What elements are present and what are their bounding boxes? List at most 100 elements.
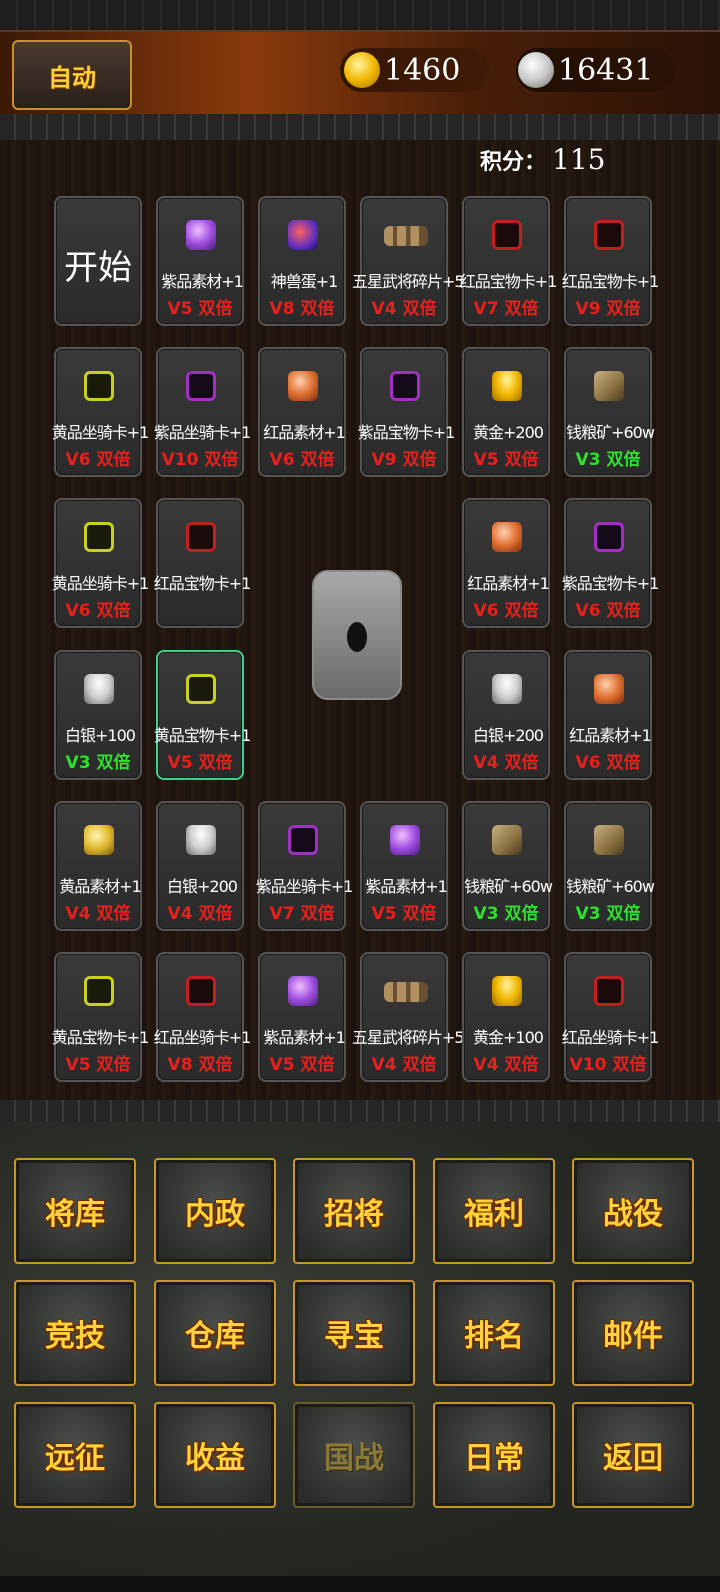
board-cell[interactable]: 钱粮矿+60w V3 双倍	[564, 347, 655, 477]
red-treasure-card-icon	[492, 220, 522, 250]
gold-value: 1460	[384, 52, 461, 88]
cell-reward-name: 白银+100	[65, 726, 136, 745]
grain-ore-icon	[492, 825, 522, 855]
board-cell[interactable]: 紫品宝物卡+1 V9 双倍	[358, 347, 455, 477]
cell-reward-name: 紫品素材+1	[161, 272, 244, 291]
board-cell[interactable]: 白银+200 V4 双倍	[462, 650, 550, 780]
board-cell[interactable]: 红品坐骑卡+1 V8 双倍	[154, 952, 251, 1082]
purple-treasure-card-icon	[594, 522, 624, 552]
board-cell[interactable]: 红品素材+1 V6 双倍	[258, 347, 346, 477]
cell-reward-name: 红品坐骑卡+1	[561, 1028, 660, 1047]
cell-vip-bonus: V6 双倍	[575, 601, 641, 621]
cell-reward-name: 白银+200	[473, 726, 544, 745]
board-cell[interactable]: 红品坐骑卡+1 V10 双倍	[562, 952, 659, 1082]
board-cell[interactable]: 紫品宝物卡+1 V6 双倍	[562, 498, 659, 628]
menu-button[interactable]: 招将	[293, 1158, 415, 1264]
menu-button[interactable]: 将库	[14, 1158, 136, 1264]
purple-material-icon	[186, 220, 216, 250]
menu-button[interactable]: 内政	[154, 1158, 276, 1264]
beast-egg-icon	[288, 220, 318, 250]
cell-reward-name: 紫品坐骑卡+1	[153, 423, 252, 442]
menu-button[interactable]: 寻宝	[293, 1280, 415, 1386]
cell-vip-bonus: V4 双倍	[371, 299, 437, 319]
board-cell[interactable]: 紫品素材+1 V5 双倍	[360, 801, 448, 931]
board-cell[interactable]: 紫品素材+1 V5 双倍	[156, 196, 244, 326]
cell-reward-name: 黄金+200	[473, 423, 544, 442]
board-cell[interactable]: 黄品宝物卡+1 V5 双倍	[52, 952, 149, 1082]
menu-button[interactable]: 邮件	[572, 1280, 694, 1386]
silver-ingot-icon	[518, 52, 554, 88]
cell-vip-bonus: V4 双倍	[371, 1055, 437, 1075]
silver-ingot-icon	[492, 674, 522, 704]
cell-reward-name: 红品素材+1	[263, 423, 346, 442]
cell-reward-name: 红品宝物卡+1	[561, 272, 660, 291]
board-cell[interactable]: 红品宝物卡+1	[154, 498, 251, 628]
board-cell[interactable]: 黄金+200 V5 双倍	[462, 347, 550, 477]
menu-button[interactable]: 收益	[154, 1402, 276, 1508]
auto-button[interactable]: 自动	[12, 40, 132, 110]
board-cell[interactable]: 黄品宝物卡+1 V5 双倍	[154, 650, 251, 780]
board-cell[interactable]: 红品素材+1 V6 双倍	[462, 498, 550, 628]
cell-vip-bonus: V10 双倍	[569, 1055, 647, 1075]
board-cell[interactable]: 五星武将碎片+50 V4 双倍	[352, 196, 474, 326]
purple-material-icon	[390, 825, 420, 855]
cell-vip-bonus: V7 双倍	[473, 299, 539, 319]
purple-mount-card-icon	[288, 825, 318, 855]
red-treasure-card-icon	[186, 522, 216, 552]
menu-button[interactable]: 福利	[433, 1158, 555, 1264]
board-cell[interactable]: 黄品素材+1 V4 双倍	[54, 801, 142, 931]
start-cell[interactable]: 开始	[54, 196, 142, 326]
score-label: 积分：	[480, 150, 547, 175]
menu-button[interactable]: 返回	[572, 1402, 694, 1508]
board-cell[interactable]: 白银+100 V3 双倍	[54, 650, 142, 780]
cell-vip-bonus: V3 双倍	[575, 450, 641, 470]
cell-reward-name: 红品宝物卡+1	[459, 272, 558, 291]
board-cell[interactable]: 五星武将碎片+50 V4 双倍	[352, 952, 474, 1082]
cell-vip-bonus: V9 双倍	[371, 450, 437, 470]
cell-vip-bonus: V10 双倍	[161, 450, 239, 470]
board-cell[interactable]: 紫品坐骑卡+1 V7 双倍	[256, 801, 353, 931]
board-cell[interactable]: 白银+200 V4 双倍	[156, 801, 244, 931]
red-mount-card-icon	[594, 976, 624, 1006]
board-cell[interactable]: 紫品素材+1 V5 双倍	[258, 952, 346, 1082]
menu-button[interactable]: 战役	[572, 1158, 694, 1264]
purple-mount-card-icon	[186, 371, 216, 401]
board-cell[interactable]: 红品素材+1 V6 双倍	[564, 650, 652, 780]
menu-button[interactable]: 日常	[433, 1402, 555, 1508]
board-cell[interactable]: 黄金+100 V4 双倍	[462, 952, 550, 1082]
yellow-material-icon	[84, 825, 114, 855]
board-cell[interactable]: 黄品坐骑卡+1 V6 双倍	[52, 498, 149, 628]
yellow-treasure-card-icon	[186, 674, 216, 704]
cell-reward-name: 神兽蛋+1	[270, 272, 339, 291]
menu-button[interactable]: 仓库	[154, 1280, 276, 1386]
yellow-mount-card-icon	[84, 522, 114, 552]
board-cell[interactable]: 红品宝物卡+1 V7 双倍	[460, 196, 557, 326]
board-cell[interactable]: 黄品坐骑卡+1 V6 双倍	[52, 347, 149, 477]
board-cell[interactable]: 红品宝物卡+1 V9 双倍	[562, 196, 659, 326]
cell-vip-bonus: V3 双倍	[473, 904, 539, 924]
dice[interactable]	[312, 570, 402, 700]
cell-vip-bonus: V5 双倍	[473, 450, 539, 470]
red-mount-card-icon	[186, 976, 216, 1006]
cell-reward-name: 五星武将碎片+50	[352, 272, 474, 291]
start-label: 开始	[64, 248, 132, 288]
board-cell[interactable]: 钱粮矿+60w V3 双倍	[564, 801, 655, 931]
cell-vip-bonus: V5 双倍	[167, 753, 233, 773]
board-cell[interactable]: 神兽蛋+1 V8 双倍	[258, 196, 346, 326]
cell-vip-bonus: V6 双倍	[65, 601, 131, 621]
cell-reward-name: 白银+200	[167, 877, 238, 896]
top-decor-strip	[0, 0, 720, 30]
silver-ingot-icon	[186, 825, 216, 855]
cell-vip-bonus: V3 双倍	[65, 753, 131, 773]
board-cell[interactable]: 钱粮矿+60w V3 双倍	[462, 801, 553, 931]
menu-button[interactable]: 国战	[293, 1402, 415, 1508]
red-material-icon	[288, 371, 318, 401]
menu-button[interactable]: 排名	[433, 1280, 555, 1386]
board-cell[interactable]: 紫品坐骑卡+1 V10 双倍	[154, 347, 251, 477]
menu-button[interactable]: 远征	[14, 1402, 136, 1508]
dice-pip	[347, 622, 367, 652]
cell-vip-bonus: V5 双倍	[167, 299, 233, 319]
menu-button[interactable]: 竞技	[14, 1280, 136, 1386]
cell-reward-name: 红品素材+1	[569, 726, 652, 745]
cell-vip-bonus: V6 双倍	[575, 753, 641, 773]
